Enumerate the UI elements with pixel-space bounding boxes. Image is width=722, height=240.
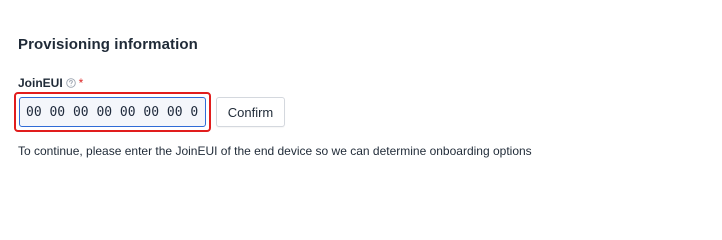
provisioning-panel: Provisioning information JoinEUI * Confi… bbox=[0, 0, 722, 201]
question-circle-icon[interactable] bbox=[65, 78, 76, 88]
join-eui-label: JoinEUI bbox=[18, 76, 63, 90]
join-eui-input[interactable] bbox=[19, 97, 206, 127]
helper-text: To continue, please enter the JoinEUI of… bbox=[18, 144, 532, 158]
required-marker: * bbox=[78, 76, 84, 90]
join-eui-label-row: JoinEUI * bbox=[18, 76, 83, 90]
confirm-button[interactable]: Confirm bbox=[216, 97, 285, 127]
section-title: Provisioning information bbox=[18, 36, 198, 53]
